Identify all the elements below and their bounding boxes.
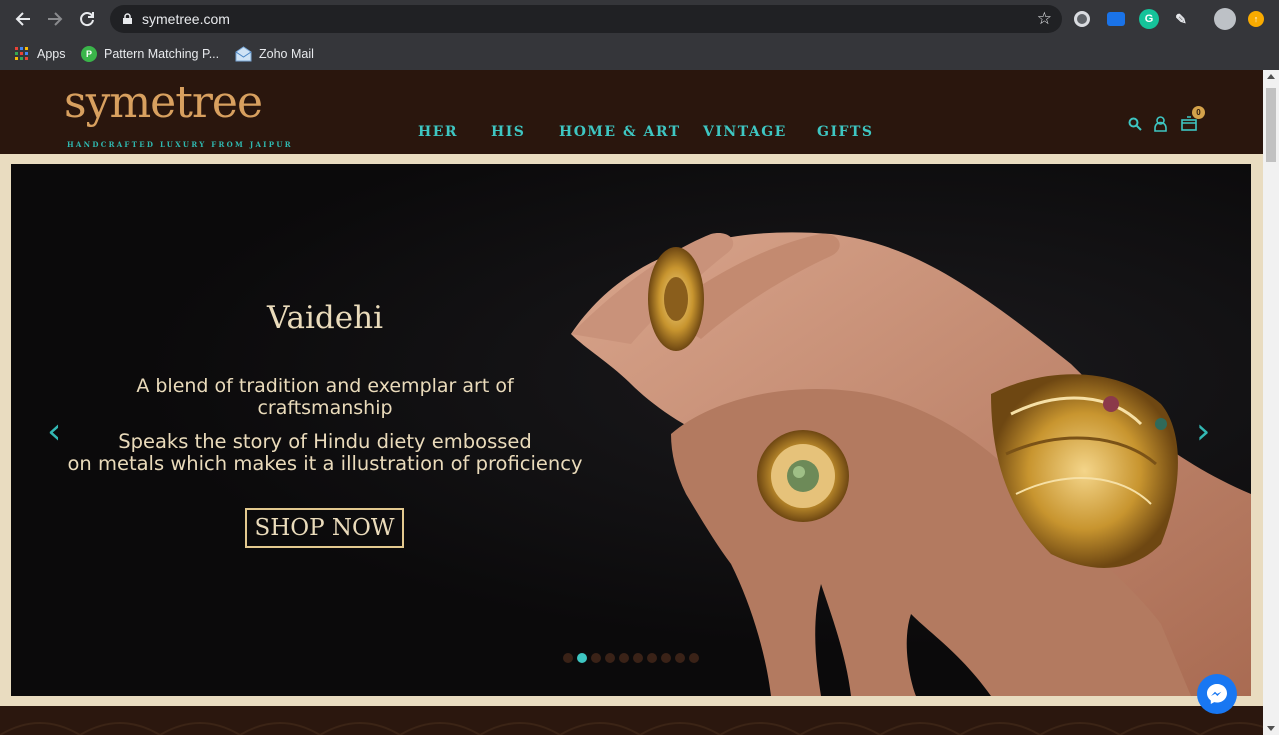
shop-now-button[interactable]: SHOP NOW [245,508,404,548]
search-icon[interactable] [1128,117,1142,131]
ornament-pattern [0,722,1263,735]
messenger-chat-button[interactable] [1197,674,1237,714]
cart-count-badge: 0 [1192,106,1205,119]
forward-button[interactable] [45,9,65,29]
bookmark-label: Pattern Matching P... [104,47,220,61]
bookmark-pattern-matching[interactable]: P Pattern Matching P... [81,44,219,64]
decorative-footer-pattern [0,706,1263,735]
hero-desc-line-4: on metals which makes it a illustration … [67,452,583,475]
bookmark-label: Apps [37,47,66,61]
hero-desc-line-1: A blend of tradition and exemplar art of [136,375,514,397]
slide-dot[interactable] [661,653,671,663]
scroll-up-icon[interactable] [1267,74,1275,79]
hero-desc-line-3: Speaks the story of Hindu diety embossed [118,430,532,453]
address-bar[interactable]: symetree.com ☆ [110,5,1062,33]
site-logo[interactable]: symetree [64,81,263,125]
site-header: symetree HANDCRAFTED LUXURY FROM JAIPUR … [0,70,1263,154]
url-text: symetree.com [142,11,230,27]
back-arrow-icon [15,12,30,26]
bookmark-star-icon[interactable]: ☆ [1037,9,1052,29]
slide-dot[interactable] [633,653,643,663]
slide-dot[interactable] [675,653,685,663]
nav-home-art[interactable]: HOME & ART [559,124,681,140]
slide-dot[interactable] [647,653,657,663]
extension-circle-icon[interactable] [1074,11,1090,27]
bookmarks-bar: Apps P Pattern Matching P... Zoho Mail [0,38,1279,70]
back-button[interactable] [13,9,33,29]
zoho-mail-icon [235,46,252,62]
prev-slide-arrow-icon[interactable]: ‹ [47,414,61,450]
reload-button[interactable] [77,9,97,29]
slide-dot[interactable] [591,653,601,663]
extension-pen-icon[interactable]: ✎ [1171,9,1191,29]
slide-dot[interactable] [577,653,587,663]
pattern-matching-favicon: P [81,46,97,62]
nav-gifts[interactable]: GIFTS [817,124,873,140]
account-icon[interactable] [1154,116,1167,132]
page-scrollbar[interactable] [1263,70,1279,735]
scroll-thumb[interactable] [1266,88,1276,162]
bookmark-apps[interactable]: Apps [14,44,66,64]
bookmark-zoho-mail[interactable]: Zoho Mail [235,44,314,64]
forward-arrow-icon [48,12,63,26]
web-page: symetree HANDCRAFTED LUXURY FROM JAIPUR … [0,70,1263,735]
extension-translate-icon[interactable] [1107,12,1125,26]
grammarly-icon[interactable]: G [1139,9,1159,29]
slide-dot[interactable] [689,653,699,663]
browser-toolbar: symetree.com ☆ G ✎ ↑ [0,0,1279,38]
site-tagline: HANDCRAFTED LUXURY FROM JAIPUR [67,140,293,149]
slide-dot[interactable] [563,653,573,663]
slide-dot[interactable] [605,653,615,663]
hero-slider: Vaidehi A blend of tradition and exempla… [11,164,1251,696]
slide-indicators [563,653,699,663]
browser-chrome: symetree.com ☆ G ✎ ↑ Apps P Pattern Matc… [0,0,1279,70]
hero-title: Vaidehi [266,300,383,336]
nav-his[interactable]: HIS [491,124,525,140]
nav-her[interactable]: HER [418,124,458,140]
lock-icon [123,13,132,24]
messenger-icon [1207,684,1227,704]
hero-desc-line-2: craftsmanship [257,397,393,419]
reload-icon [80,12,94,27]
profile-avatar-icon[interactable] [1214,8,1236,30]
slide-dot[interactable] [619,653,629,663]
scroll-down-icon[interactable] [1267,726,1275,731]
update-icon[interactable]: ↑ [1248,11,1264,27]
next-slide-arrow-icon[interactable]: › [1196,414,1210,450]
apps-grid-icon [15,47,28,60]
bookmark-label: Zoho Mail [259,47,314,61]
nav-vintage[interactable]: VINTAGE [703,124,787,140]
